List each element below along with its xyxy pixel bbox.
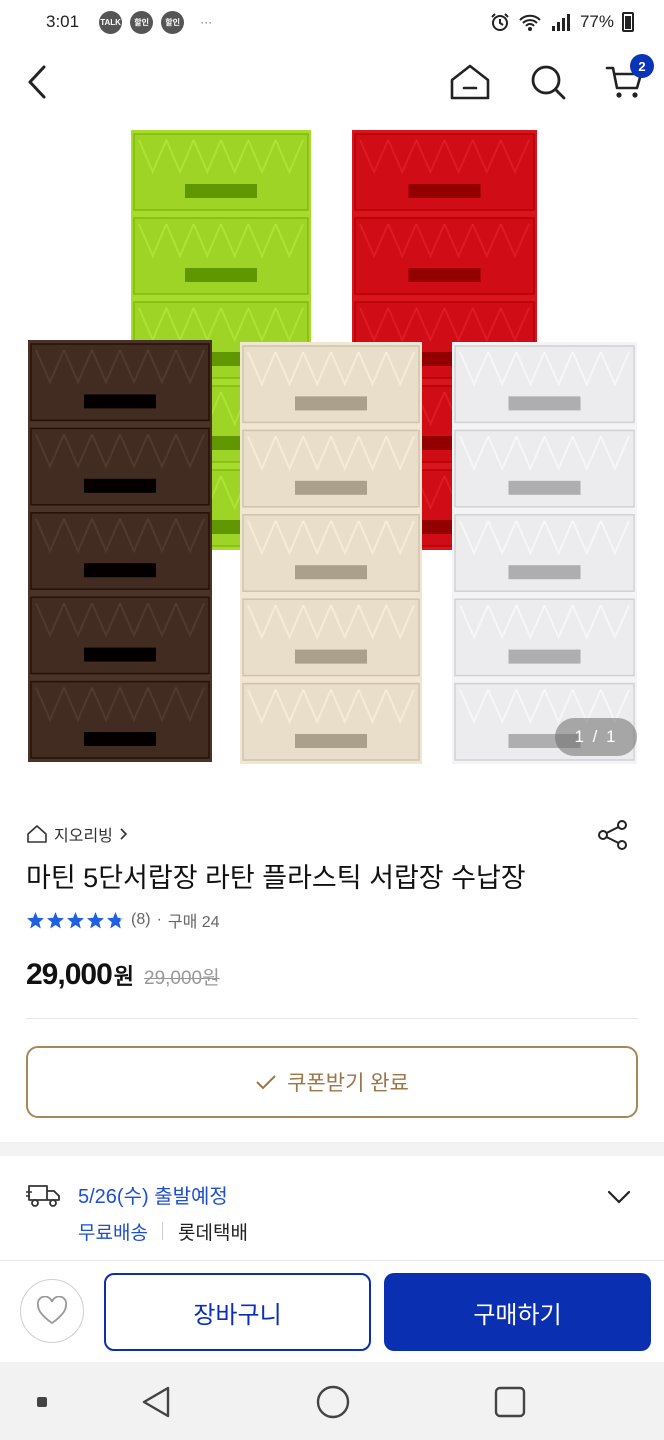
nav-recents-button[interactable] xyxy=(488,1380,532,1424)
signal-icon xyxy=(551,14,570,31)
wishlist-button[interactable] xyxy=(20,1279,84,1343)
nav-back-button[interactable] xyxy=(134,1380,178,1424)
original-price: 29,000원 xyxy=(144,968,220,989)
back-arrow-icon xyxy=(28,65,46,99)
shipping-info[interactable]: 5/26(수) 출발예정 무료배송 롯데택배 xyxy=(0,1156,664,1260)
separator-dot: · xyxy=(156,911,162,928)
divider xyxy=(26,1018,638,1019)
star-icon xyxy=(27,911,44,928)
image-counter: 1 / 1 xyxy=(555,718,637,756)
system-navigation-bar xyxy=(0,1362,664,1440)
brown-drawer xyxy=(28,340,212,762)
circle-home-icon xyxy=(316,1385,350,1419)
free-shipping-label: 무료배송 xyxy=(78,1223,148,1244)
drawer-illustration xyxy=(28,130,637,764)
expand-shipping-button[interactable] xyxy=(602,1182,636,1212)
star-icon xyxy=(87,911,104,928)
star-icon xyxy=(107,911,124,928)
section-divider xyxy=(0,1142,664,1156)
share-icon xyxy=(598,820,627,850)
coupon-button[interactable]: 쿠폰받기 완료 xyxy=(26,1046,638,1118)
battery-icon xyxy=(622,12,634,32)
purchase-action-bar: 장바구니 구매하기 xyxy=(0,1260,664,1362)
seller-name: 지오리빙 xyxy=(54,828,113,845)
home-button[interactable] xyxy=(444,56,496,108)
truck-icon xyxy=(26,1185,60,1207)
star-icon xyxy=(47,911,64,928)
review-count: (8) xyxy=(131,911,151,928)
cart-button[interactable]: 2 xyxy=(598,54,654,108)
carrier-name: 롯데택배 xyxy=(178,1223,248,1244)
store-home-icon xyxy=(27,825,47,843)
more-notifications-icon: ··· xyxy=(200,15,213,29)
coupon-label: 쿠폰받기 완료 xyxy=(287,1072,409,1095)
alarm-icon xyxy=(491,13,509,31)
triangle-back-icon xyxy=(142,1386,170,1418)
product-image[interactable] xyxy=(0,120,664,782)
buy-now-button[interactable]: 구매하기 xyxy=(384,1273,651,1351)
rating-row[interactable]: (8) · 구매 24 xyxy=(26,908,220,932)
product-info: 지오리빙 마틴 5단서랍장 라탄 플라스틱 서랍장 수납장 (8) · 구매 2… xyxy=(0,782,664,1142)
sale-icon: 할인 xyxy=(130,10,154,34)
check-icon xyxy=(256,1075,276,1090)
status-time: 3:01 xyxy=(46,12,80,31)
product-title: 마틴 5단서랍장 라탄 플라스틱 서랍장 수납장 xyxy=(26,863,526,893)
sale-price: 29,000 xyxy=(26,958,113,991)
top-navigation: 2 xyxy=(0,44,664,120)
purchase-count: 구매 24 xyxy=(167,914,220,931)
nav-home-button[interactable] xyxy=(311,1380,355,1424)
chevron-down-icon xyxy=(607,1190,631,1204)
add-to-cart-button[interactable]: 장바구니 xyxy=(104,1273,371,1351)
chevron-right-icon xyxy=(120,828,128,840)
star-rating xyxy=(26,911,125,930)
talk-icon: TALK xyxy=(99,10,123,34)
battery-percent: 77% xyxy=(579,12,614,31)
recent-apps-dot-button[interactable] xyxy=(20,1380,64,1424)
heart-icon xyxy=(36,1296,68,1325)
star-icon xyxy=(67,911,84,928)
cart-count-badge: 2 xyxy=(630,54,654,78)
home-icon xyxy=(450,64,490,100)
status-bar: 3:01 TALK 할인 할인 ··· 77% xyxy=(0,0,664,44)
square-dot-icon xyxy=(37,1397,47,1407)
sale-icon: 할인 xyxy=(161,10,185,34)
square-recents-icon xyxy=(494,1386,526,1418)
search-icon xyxy=(531,65,566,100)
back-button[interactable] xyxy=(12,56,64,108)
shipping-date: 5/26(수) 출발예정 xyxy=(78,1186,228,1208)
white-drawer xyxy=(452,342,637,764)
price-row: 29,000 원 29,000원 xyxy=(26,958,220,992)
price-unit: 원 xyxy=(113,964,135,989)
share-button[interactable] xyxy=(594,816,632,854)
wifi-icon xyxy=(519,14,541,31)
separator xyxy=(162,1222,163,1240)
search-button[interactable] xyxy=(522,56,574,108)
beige-drawer xyxy=(240,342,422,764)
seller-link[interactable]: 지오리빙 xyxy=(26,822,129,846)
